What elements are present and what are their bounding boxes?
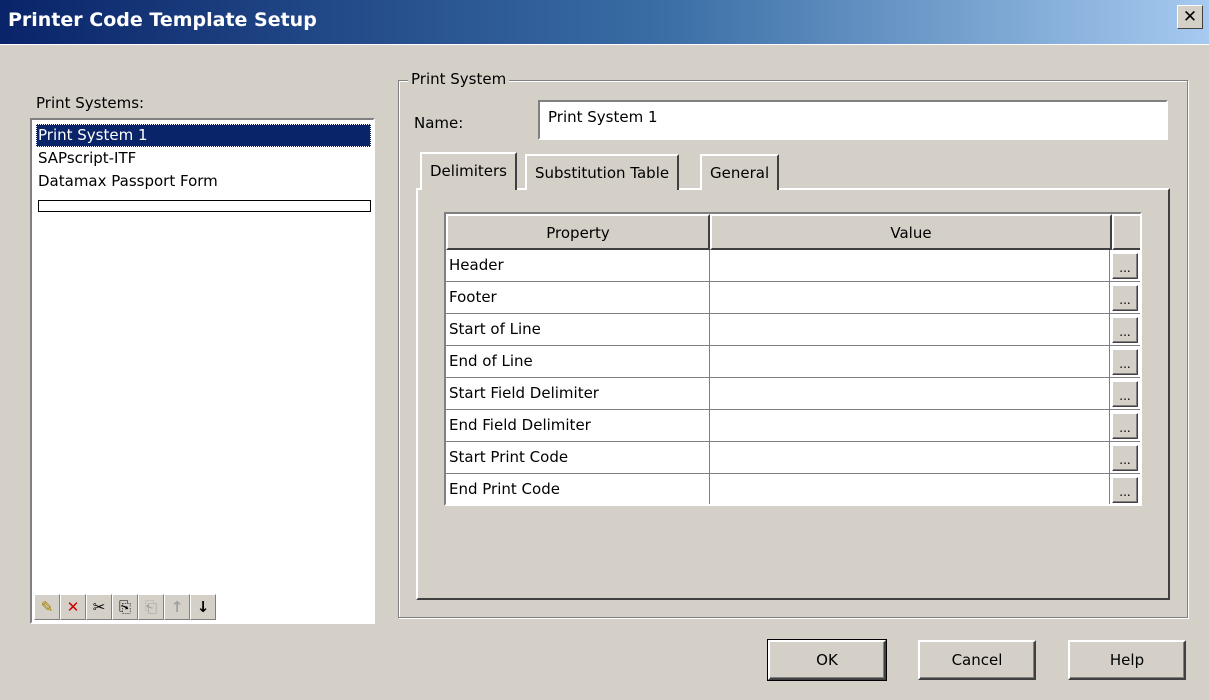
value-cell[interactable]	[710, 346, 1110, 377]
value-cell[interactable]	[710, 410, 1110, 441]
table-row: Start Field Delimiter...	[446, 378, 1140, 410]
paste-icon: ⎗	[144, 598, 157, 616]
table-row: Footer...	[446, 282, 1140, 314]
move-up-icon: ↑	[170, 598, 184, 616]
property-cell[interactable]: End Print Code	[446, 474, 710, 504]
move-down-button[interactable]: ↓	[190, 594, 216, 620]
table-row: Start of Line...	[446, 314, 1140, 346]
property-cell[interactable]: Header	[446, 250, 710, 281]
ok-button[interactable]: OK	[767, 639, 887, 681]
ellipsis-button[interactable]: ...	[1112, 445, 1138, 471]
delimiters-grid: Property Value Header... Footer... Start o…	[444, 212, 1142, 506]
move-up-button[interactable]: ↑	[164, 594, 190, 620]
window-title: Printer Code Template Setup	[8, 9, 317, 31]
new-icon: ✎	[40, 598, 54, 616]
move-down-icon: ↓	[196, 598, 210, 616]
delete-button[interactable]: ✕	[60, 594, 86, 620]
name-label: Name:	[414, 114, 464, 132]
ellipsis-button[interactable]: ...	[1112, 381, 1138, 407]
cut-button[interactable]: ✂	[86, 594, 112, 620]
value-cell[interactable]	[710, 378, 1110, 409]
table-row: End Print Code...	[446, 474, 1140, 504]
value-cell[interactable]	[710, 474, 1110, 504]
value-cell[interactable]	[710, 250, 1110, 281]
value-cell[interactable]	[710, 282, 1110, 313]
close-icon: ✕	[1182, 7, 1198, 27]
column-header-property[interactable]: Property	[446, 214, 710, 250]
value-cell[interactable]	[710, 442, 1110, 473]
ellipsis-button[interactable]: ...	[1112, 413, 1138, 439]
list-item-sapscript-itf[interactable]: SAPscript-ITF	[36, 147, 136, 170]
ellipsis-button[interactable]: ...	[1112, 253, 1138, 279]
delete-icon: ✕	[66, 598, 80, 616]
list-toolbar: ✎ ✕ ✂ ⎘ ⎗ ↑ ↓	[34, 594, 216, 620]
ellipsis-button[interactable]: ...	[1112, 317, 1138, 343]
property-cell[interactable]: End Field Delimiter	[446, 410, 710, 441]
property-cell[interactable]: Start of Line	[446, 314, 710, 345]
tab-delimiters[interactable]: Delimiters	[420, 152, 517, 190]
table-row: Start Print Code...	[446, 442, 1140, 474]
name-input[interactable]: Print System 1	[538, 100, 1168, 140]
print-system-group-label: Print System	[408, 70, 510, 88]
value-cell[interactable]	[710, 314, 1110, 345]
help-button[interactable]: Help	[1068, 640, 1186, 680]
property-cell[interactable]: End of Line	[446, 346, 710, 377]
property-cell[interactable]: Footer	[446, 282, 710, 313]
copy-button[interactable]: ⎘	[112, 594, 138, 620]
new-item-edit-field[interactable]	[38, 200, 371, 212]
property-cell[interactable]: Start Print Code	[446, 442, 710, 473]
copy-icon: ⎘	[118, 598, 131, 616]
cut-icon: ✂	[92, 598, 106, 616]
cancel-button[interactable]: Cancel	[918, 640, 1036, 680]
ellipsis-button[interactable]: ...	[1112, 477, 1138, 503]
title-bar: Printer Code Template Setup ✕	[0, 0, 1209, 45]
ellipsis-button[interactable]: ...	[1112, 285, 1138, 311]
column-header-button	[1112, 214, 1140, 250]
tab-substitution-table[interactable]: Substitution Table	[525, 154, 680, 190]
print-systems-list[interactable]: Print System 1 SAPscript-ITF Datamax Pas…	[30, 118, 375, 624]
new-button[interactable]: ✎	[34, 594, 60, 620]
list-item-print-system-1[interactable]: Print System 1	[36, 124, 371, 147]
list-item-datamax-passport-form[interactable]: Datamax Passport Form	[36, 170, 218, 193]
table-row: End of Line...	[446, 346, 1140, 378]
print-systems-label: Print Systems:	[36, 94, 145, 112]
paste-button[interactable]: ⎗	[138, 594, 164, 620]
column-header-value[interactable]: Value	[710, 214, 1112, 250]
property-cell[interactable]: Start Field Delimiter	[446, 378, 710, 409]
ellipsis-button[interactable]: ...	[1112, 349, 1138, 375]
close-button[interactable]: ✕	[1177, 5, 1203, 29]
tab-general[interactable]: General	[700, 154, 780, 190]
table-row: Header...	[446, 250, 1140, 282]
table-row: End Field Delimiter...	[446, 410, 1140, 442]
